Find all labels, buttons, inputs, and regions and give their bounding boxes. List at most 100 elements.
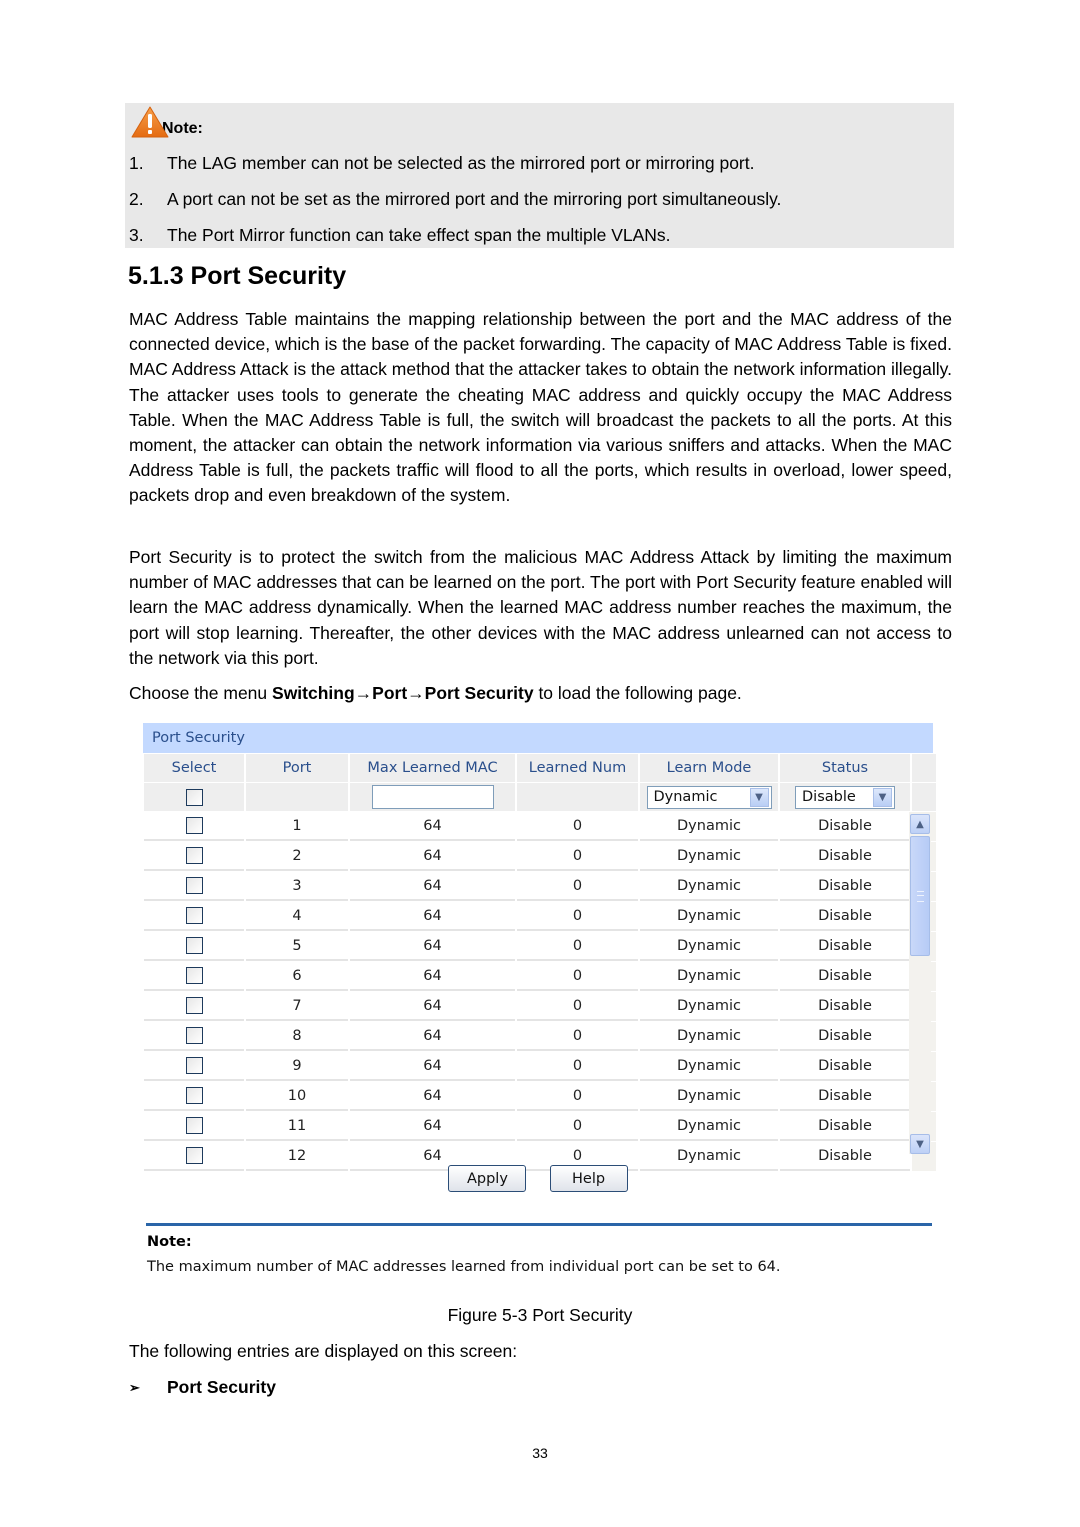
row-checkbox[interactable] (185, 997, 203, 1014)
table-row: 5 64 0 Dynamic Disable (144, 932, 936, 961)
row-checkbox[interactable] (185, 1027, 203, 1044)
grip-icon (917, 891, 924, 902)
select-cell (144, 842, 244, 871)
port-cell: 5 (246, 932, 348, 961)
max-learned-mac-input[interactable] (371, 785, 494, 809)
note-item: 3. The Port Mirror function can take effe… (129, 223, 949, 259)
divider (146, 1223, 932, 1226)
batch-config-row: Dynamic ▼ Disable ▼ (144, 783, 936, 811)
note-item-text: The LAG member can not be selected as th… (167, 153, 755, 173)
learn-mode-cell: Dynamic ▼ (640, 783, 778, 811)
status-cell: Disable (780, 842, 910, 871)
row-checkbox[interactable] (185, 847, 203, 864)
column-header-learn-mode: Learn Mode (640, 754, 778, 782)
apply-button[interactable]: Apply (448, 1165, 527, 1192)
page-number: 33 (532, 1445, 548, 1461)
row-checkbox[interactable] (185, 1057, 203, 1074)
learn-mode-cell: Dynamic (640, 902, 778, 931)
learned-num-cell: 0 (517, 872, 638, 901)
scroll-up-arrow-icon[interactable]: ▲ (910, 814, 930, 834)
bullet-heading: ➢ Port Security (129, 1377, 276, 1399)
select-all-cell (144, 783, 244, 811)
max-learned-cell (350, 783, 515, 811)
chevron-down-icon[interactable]: ▼ (873, 787, 892, 807)
row-checkbox[interactable] (185, 1117, 203, 1134)
row-checkbox[interactable] (185, 937, 203, 954)
learn-mode-cell: Dynamic (640, 1082, 778, 1111)
chevron-down-icon[interactable]: ▼ (749, 787, 769, 807)
status-cell: Disable (780, 872, 910, 901)
row-checkbox[interactable] (185, 967, 203, 984)
learned-num-cell: 0 (517, 1112, 638, 1141)
learned-num-cell: 0 (517, 902, 638, 931)
status-cell: Disable (780, 962, 910, 991)
learn-mode-cell: Dynamic (640, 1052, 778, 1081)
warning-icon (130, 105, 170, 139)
note-box: Note: 1. The LAG member can not be select… (125, 103, 954, 248)
row-checkbox[interactable] (185, 817, 203, 834)
learned-num-cell: 0 (517, 1052, 638, 1081)
max-learned-cell: 64 (350, 902, 515, 931)
learned-num-cell: 0 (517, 1022, 638, 1051)
port-cell: 8 (246, 1022, 348, 1051)
row-checkbox[interactable] (185, 877, 203, 894)
port-cell: 1 (246, 812, 348, 841)
learn-mode-cell: Dynamic (640, 872, 778, 901)
status-cell: Disable (780, 1112, 910, 1141)
column-header-learned-num: Learned Num (517, 754, 638, 782)
learned-num-cell: 0 (517, 842, 638, 871)
menu-outro-text: to load the following page. (533, 683, 742, 703)
section-title: 5.1.3 Port Security (128, 262, 347, 290)
status-cell: Disable (780, 992, 910, 1021)
row-checkbox[interactable] (185, 907, 203, 924)
learn-mode-cell: Dynamic (640, 812, 778, 841)
column-header-max-learned-mac: Max Learned MAC (350, 754, 515, 782)
max-learned-cell: 64 (350, 1022, 515, 1051)
status-select[interactable]: Disable ▼ (795, 785, 895, 809)
select-cell (144, 932, 244, 961)
select-cell (144, 1082, 244, 1111)
learned-num-cell: 0 (517, 932, 638, 961)
row-checkbox[interactable] (185, 1147, 203, 1164)
row-checkbox[interactable] (185, 1087, 203, 1104)
note-item-text: The Port Mirror function can take effect… (167, 225, 671, 245)
column-header-status: Status (780, 754, 910, 782)
header-spacer (912, 754, 936, 782)
bullet-label: Port Security (167, 1377, 276, 1397)
port-security-table: Select Port Max Learned MAC Learned Num … (142, 753, 938, 1172)
select-all-checkbox[interactable] (185, 788, 203, 806)
port-cell: 9 (246, 1052, 348, 1081)
note-item: 1. The LAG member can not be selected as … (129, 151, 949, 187)
help-button[interactable]: Help (549, 1165, 628, 1192)
scroll-down-arrow-icon[interactable]: ▼ (910, 1134, 930, 1154)
table-row: 1 64 0 Dynamic Disable (144, 812, 936, 841)
table-header-row: Select Port Max Learned MAC Learned Num … (144, 754, 936, 782)
max-learned-cell: 64 (350, 872, 515, 901)
learn-mode-cell: Dynamic (640, 1022, 778, 1051)
select-cell (144, 1022, 244, 1051)
status-cell: Disable (780, 932, 910, 961)
select-cell (144, 1052, 244, 1081)
table-row: 6 64 0 Dynamic Disable (144, 962, 936, 991)
menu-path: Switching→Port→Port Security (272, 683, 534, 703)
figure-note-text: The maximum number of MAC addresses lear… (147, 1259, 781, 1275)
note-item-number: 3. (129, 225, 144, 245)
port-cell: 6 (246, 962, 348, 991)
note-item-number: 1. (129, 153, 144, 173)
table-scrollbar[interactable]: ▲ ▼ (909, 812, 931, 1154)
select-cell (144, 962, 244, 991)
intro-paragraph: MAC Address Table maintains the mapping … (129, 309, 952, 506)
port-cell (246, 783, 348, 811)
learn-mode-select[interactable]: Dynamic ▼ (646, 785, 772, 809)
table-row: 10 64 0 Dynamic Disable (144, 1082, 936, 1111)
select-cell (144, 812, 244, 841)
scrollbar-thumb[interactable] (910, 836, 930, 956)
select-cell (144, 872, 244, 901)
max-learned-cell: 64 (350, 992, 515, 1021)
learn-mode-cell: Dynamic (640, 932, 778, 961)
learn-mode-cell: Dynamic (640, 1112, 778, 1141)
port-cell: 2 (246, 842, 348, 871)
max-learned-cell: 64 (350, 842, 515, 871)
learned-num-cell: 0 (517, 992, 638, 1021)
column-header-port: Port (246, 754, 348, 782)
